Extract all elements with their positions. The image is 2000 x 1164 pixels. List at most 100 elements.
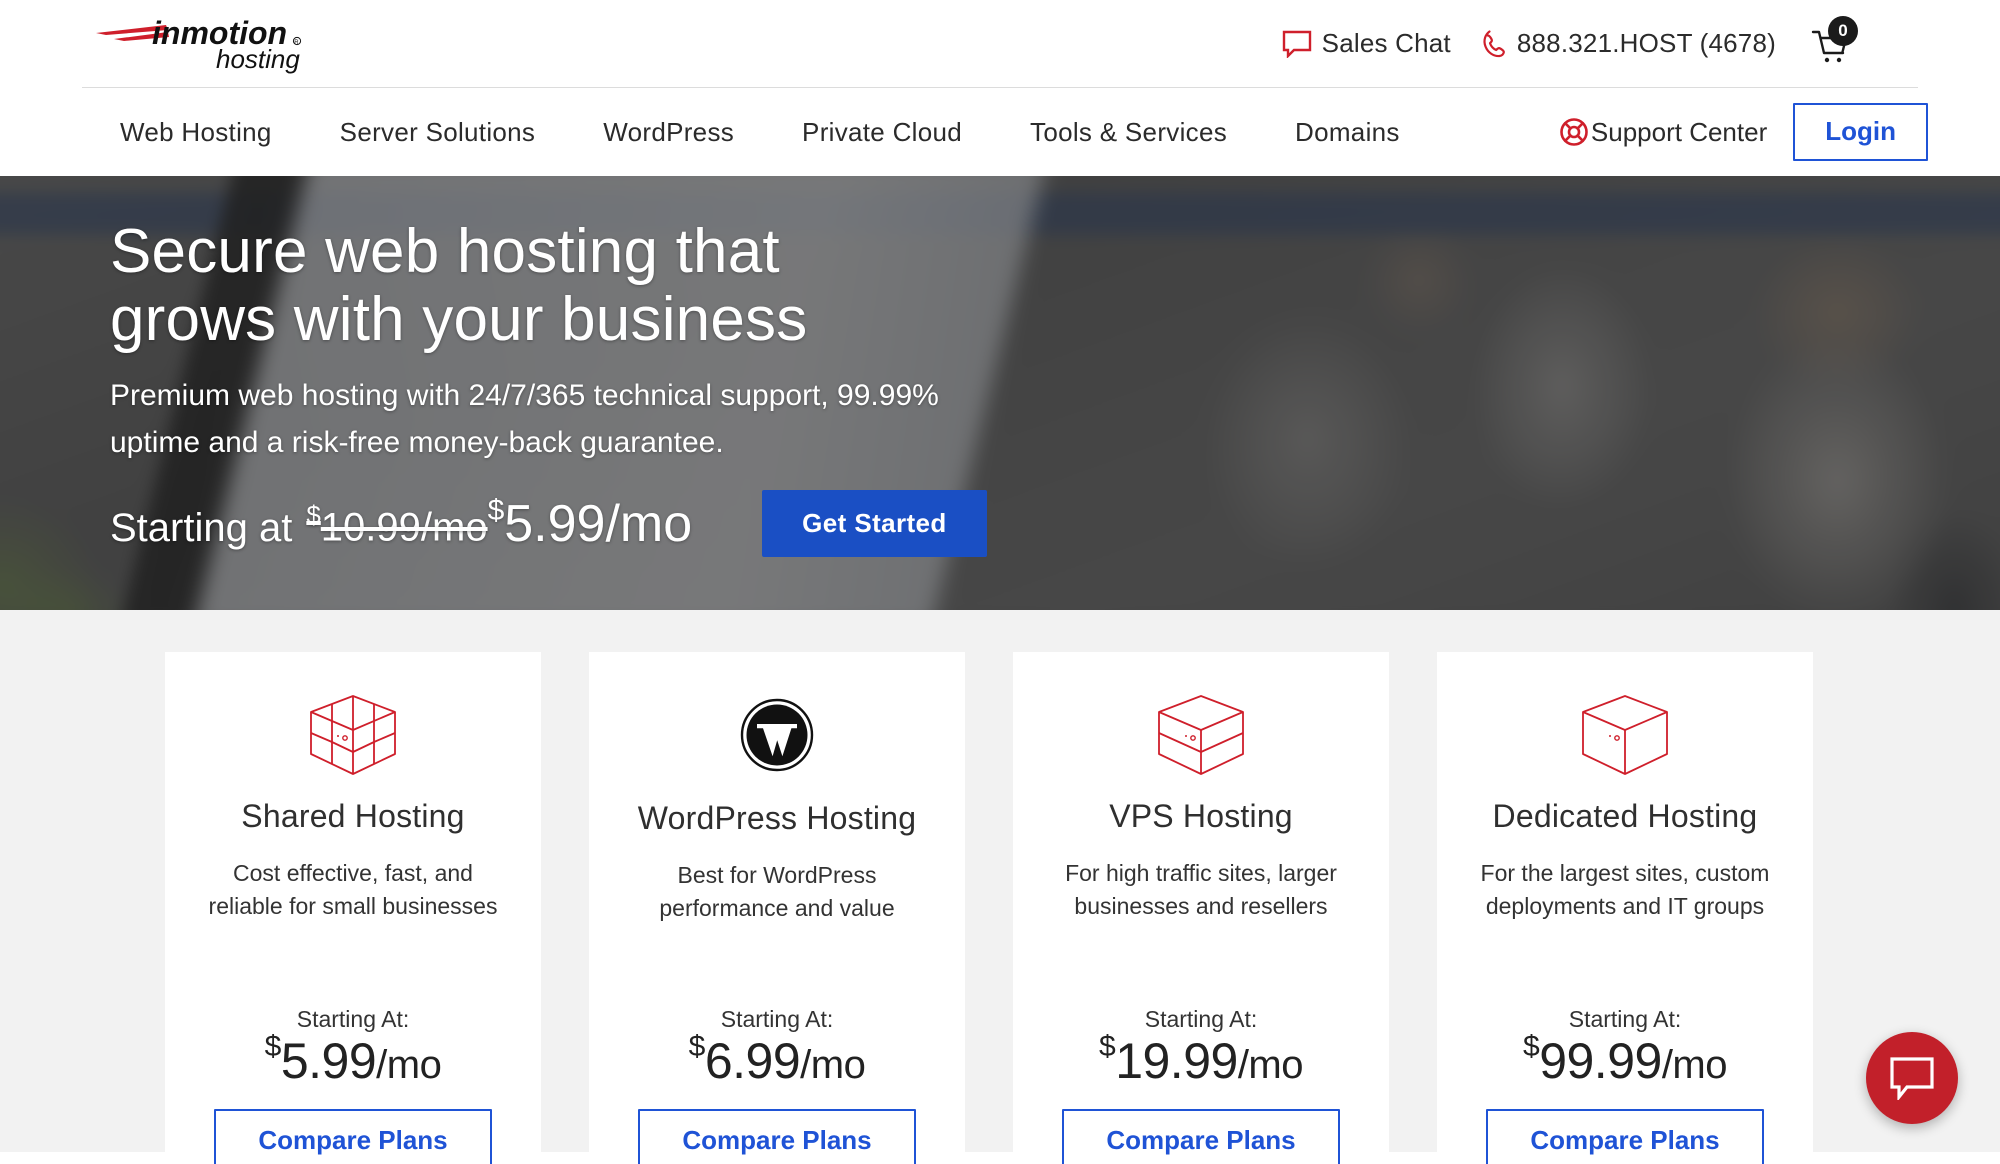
get-started-button[interactable]: Get Started [762,490,987,558]
plan-description: Cost effective, fast, and reliable for s… [209,857,498,922]
compare-plans-button[interactable]: Compare Plans [214,1109,492,1164]
hero-price-current: $5.99/mo [488,494,693,554]
nav-item-domains[interactable]: Domains [1295,117,1400,148]
plan-card-dedicated-hosting[interactable]: Dedicated Hosting For the largest sites,… [1437,652,1813,1164]
layered-cube-icon [1158,695,1244,775]
cart-count-badge: 0 [1828,15,1858,46]
plan-price: $99.99/mo [1459,1031,1791,1089]
plan-description-line-2: performance and value [659,894,895,921]
plan-price-amount: 5.99 [280,1032,377,1089]
plan-starting-at-label: Starting At: [720,1005,834,1032]
plan-price-period: /mo [1237,1042,1304,1087]
plan-pricing: Starting At: $5.99/mo Compare Plans [187,1006,519,1164]
utility-links: Sales Chat 888.321.HOST (4678) 0 [1282,15,1918,66]
plan-description: Best for WordPress performance and value [659,859,894,924]
plan-price: $19.99/mo [1035,1031,1367,1089]
hero-heading: Secure web hosting that grows with your … [110,218,2000,353]
plan-card-vps-hosting[interactable]: VPS Hosting For high traffic sites, larg… [1013,652,1389,1164]
life-ring-icon [1560,118,1588,146]
plan-card-shared-hosting[interactable]: Shared Hosting Cost effective, fast, and… [165,652,541,1164]
svg-text:hosting: hosting [216,44,300,74]
plan-title: VPS Hosting [1109,798,1293,834]
plan-price-amount: 19.99 [1115,1032,1238,1089]
plan-starting-at-label: Starting At: [296,1005,410,1032]
nav-item-tools-services[interactable]: Tools & Services [1030,117,1227,148]
plan-icon-wrapper [1579,692,1671,778]
phone-link[interactable]: 888.321.HOST (4678) [1481,28,1776,59]
hero-price-original-value: 10.99/mo [320,505,488,550]
solid-cube-icon [1582,695,1668,775]
sales-chat-label: Sales Chat [1321,28,1451,58]
nav-item-server-solutions[interactable]: Server Solutions [340,117,536,148]
plan-starting-at-label: Starting At: [1144,1005,1258,1032]
hero-subheading-line-1: Premium web hosting with 24/7/365 techni… [110,379,939,413]
site-logo[interactable]: inmotion R hosting [94,13,334,75]
wordpress-logo-icon [740,698,814,772]
hero-price-row: Starting at $10.99/mo $5.99/mo Get Start… [110,490,2000,558]
support-center-label: Support Center [1590,116,1768,147]
plan-description-line-1: Best for WordPress [677,862,877,888]
plan-price-currency: $ [688,1029,706,1063]
nav-item-private-cloud[interactable]: Private Cloud [802,117,962,148]
nav-item-wordpress[interactable]: WordPress [603,117,734,148]
plan-description-line-2: businesses and resellers [1074,892,1328,919]
support-center-link[interactable]: Support Center [1559,117,1767,148]
inmotion-hosting-logo-icon: inmotion R hosting [96,15,302,74]
hero-content: Secure web hosting that grows with your … [0,176,2000,558]
phone-icon [1483,29,1505,57]
plan-price-period: /mo [376,1042,442,1087]
nav-item-web-hosting[interactable]: Web Hosting [120,117,272,148]
sales-chat-link[interactable]: Sales Chat [1282,28,1451,59]
plan-price-period: /mo [800,1042,866,1087]
hero-price-lead: Starting at [110,505,293,550]
plan-description: For the largest sites, custom deployment… [1481,857,1770,922]
plan-icon-wrapper [740,692,814,778]
plan-icon-wrapper [1155,692,1247,778]
utility-header: inmotion R hosting Sales Chat 888.321.HO… [0,0,2000,88]
plan-description-line-2: reliable for small businesses [208,892,498,919]
hero-heading-line-1: Secure web hosting that [110,217,780,286]
hero-price-current-value: 5.99/mo [504,494,693,553]
hero-banner: Secure web hosting that grows with your … [0,176,2000,610]
plan-description-line-1: Cost effective, fast, and [233,860,473,886]
plan-title: WordPress Hosting [637,800,917,836]
hero-price-original: $10.99/mo [306,500,488,550]
rubiks-cube-icon [310,695,396,775]
plan-description-line-1: For high traffic sites, larger [1065,860,1337,886]
hero-subheading: Premium web hosting with 24/7/365 techni… [110,373,1140,466]
chat-bubble-icon [1282,30,1311,58]
plan-description-line-1: For the largest sites, custom [1480,860,1770,886]
plan-price-currency: $ [264,1029,282,1063]
plan-price: $6.99/mo [611,1031,943,1089]
plan-price-amount: 6.99 [704,1032,801,1089]
plan-price: $5.99/mo [187,1031,519,1089]
nav-links: Web Hosting Server Solutions WordPress P… [120,117,1400,148]
login-button[interactable]: Login [1793,103,1928,161]
plan-price-amount: 99.99 [1539,1032,1662,1089]
hero-subheading-line-2: uptime and a risk-free money-back guaran… [110,425,724,459]
compare-plans-button[interactable]: Compare Plans [638,1109,916,1164]
live-chat-fab-button[interactable] [1866,1032,1958,1124]
phone-number-label: 888.321.HOST (4678) [1516,28,1776,58]
chat-bubble-icon [1890,1057,1934,1100]
plan-pricing: Starting At: $6.99/mo Compare Plans [611,1006,943,1164]
plan-description-line-2: deployments and IT groups [1485,892,1765,919]
plan-card-wordpress-hosting[interactable]: WordPress Hosting Best for WordPress per… [589,652,965,1164]
plan-title: Dedicated Hosting [1492,798,1758,834]
hero-price-current-currency: $ [487,494,505,528]
hosting-plans-row: Shared Hosting Cost effective, fast, and… [165,652,1835,1164]
plan-description: For high traffic sites, larger businesse… [1065,857,1337,922]
plan-starting-at-label: Starting At: [1568,1005,1682,1032]
plan-title: Shared Hosting [241,798,465,834]
plan-pricing: Starting At: $99.99/mo Compare Plans [1459,1006,1791,1164]
plan-price-period: /mo [1661,1042,1728,1087]
hero-pricing: Starting at $10.99/mo $5.99/mo [110,494,692,554]
plan-pricing: Starting At: $19.99/mo Compare Plans [1035,1006,1367,1164]
plan-icon-wrapper [307,692,399,778]
cart-button[interactable]: 0 [1810,15,1858,66]
plan-price-currency: $ [1099,1029,1116,1063]
compare-plans-button[interactable]: Compare Plans [1062,1109,1340,1164]
plan-price-currency: $ [1523,1029,1540,1063]
compare-plans-button[interactable]: Compare Plans [1486,1109,1764,1164]
hero-heading-line-2: grows with your business [110,284,808,354]
